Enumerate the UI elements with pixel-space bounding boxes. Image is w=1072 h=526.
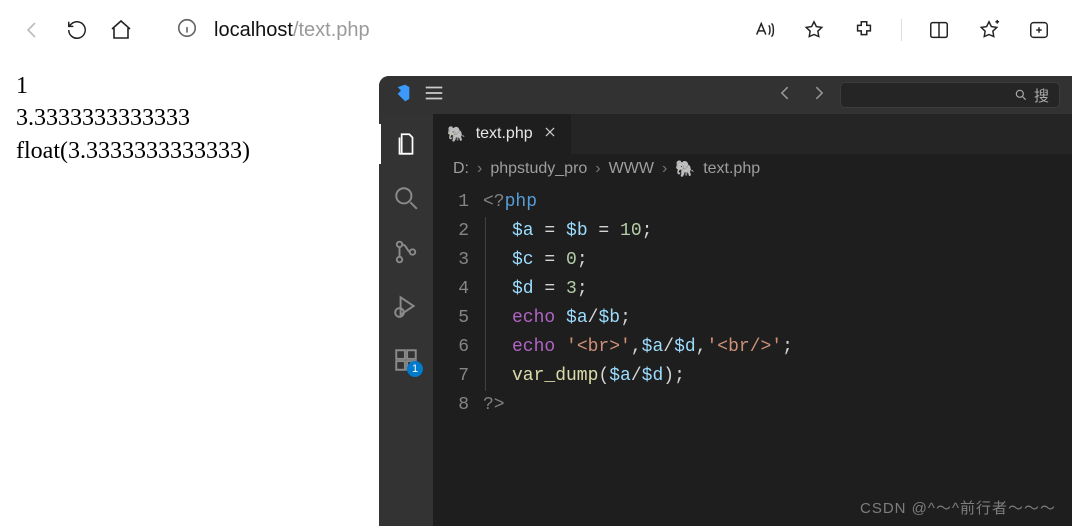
vscode-window: 搜 1 🐘 text.p xyxy=(379,76,1072,526)
nav-forward-icon[interactable] xyxy=(808,83,828,107)
search-icon[interactable] xyxy=(392,184,420,212)
chevron-right-icon: › xyxy=(662,160,667,178)
breadcrumb-file[interactable]: text.php xyxy=(703,160,760,178)
code-line: echo $a/$b; xyxy=(483,304,1072,333)
toolbar-divider xyxy=(901,19,902,41)
site-info-icon[interactable] xyxy=(176,17,198,44)
code-line: ?> xyxy=(483,391,1072,420)
split-screen-icon[interactable] xyxy=(926,17,952,43)
url-host: localhost xyxy=(214,19,293,41)
url-path: /text.php xyxy=(293,19,370,41)
extensions-panel-icon[interactable]: 1 xyxy=(392,346,420,374)
breadcrumb-seg[interactable]: D: xyxy=(453,160,469,178)
vscode-logo-icon xyxy=(391,83,411,107)
refresh-button[interactable] xyxy=(64,17,90,43)
watermark-text: CSDN @^～^前行者～～～ xyxy=(860,497,1056,518)
tab-label: text.php xyxy=(476,125,533,143)
debug-icon[interactable] xyxy=(392,292,420,320)
code-line: $a = $b = 10; xyxy=(483,217,1072,246)
search-placeholder: 搜 xyxy=(1034,85,1049,106)
chevron-right-icon: › xyxy=(477,160,482,178)
editor-tabs: 🐘 text.php xyxy=(433,114,1072,154)
home-button[interactable] xyxy=(108,17,134,43)
code-line: $c = 0; xyxy=(483,246,1072,275)
tab-text-php[interactable]: 🐘 text.php xyxy=(433,114,571,154)
extensions-icon[interactable] xyxy=(851,17,877,43)
code-lines: <?php $a = $b = 10; $c = 0; $d = 3; echo… xyxy=(483,188,1072,420)
editor-area: 🐘 text.php D: › phpstudy_pro › WWW › 🐘 t… xyxy=(433,114,1072,526)
vscode-search-box[interactable]: 搜 xyxy=(840,82,1060,108)
explorer-icon[interactable] xyxy=(392,130,420,158)
read-aloud-icon[interactable] xyxy=(751,17,777,43)
collections-icon[interactable] xyxy=(976,17,1002,43)
address-bar[interactable]: localhost/text.php xyxy=(160,10,725,50)
back-button[interactable] xyxy=(20,17,46,43)
source-control-icon[interactable] xyxy=(392,238,420,266)
line-gutter: 1 2 3 4 5 6 7 8 xyxy=(433,188,483,420)
code-line: echo '<br>',$a/$d,'<br/>'; xyxy=(483,333,1072,362)
php-file-icon: 🐘 xyxy=(675,159,695,179)
toolbar-right xyxy=(751,17,1052,43)
close-tab-icon[interactable] xyxy=(543,125,557,144)
breadcrumb-seg[interactable]: WWW xyxy=(609,160,654,178)
nav-back-icon[interactable] xyxy=(776,83,796,107)
code-line: var_dump($a/$d); xyxy=(483,362,1072,391)
extensions-badge: 1 xyxy=(407,361,423,377)
breadcrumb-seg[interactable]: phpstudy_pro xyxy=(490,160,587,178)
code-editor[interactable]: 1 2 3 4 5 6 7 8 <?php $a = $b = 10; $c =… xyxy=(433,184,1072,430)
php-file-icon: 🐘 xyxy=(447,125,466,143)
favorite-icon[interactable] xyxy=(801,17,827,43)
activity-bar: 1 xyxy=(379,114,433,526)
url-text: localhost/text.php xyxy=(214,19,370,42)
vscode-titlebar: 搜 xyxy=(379,76,1072,114)
chevron-right-icon: › xyxy=(595,160,600,178)
hamburger-menu-icon[interactable] xyxy=(423,82,445,108)
code-line: <?php xyxy=(483,188,1072,217)
new-tab-icon[interactable] xyxy=(1026,17,1052,43)
browser-toolbar: localhost/text.php xyxy=(0,0,1072,60)
breadcrumb[interactable]: D: › phpstudy_pro › WWW › 🐘 text.php xyxy=(433,154,1072,184)
code-line: $d = 3; xyxy=(483,275,1072,304)
